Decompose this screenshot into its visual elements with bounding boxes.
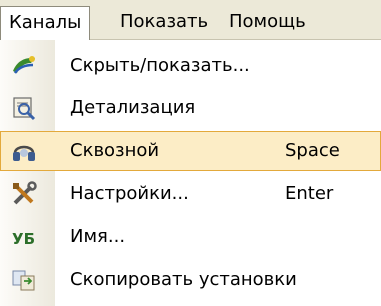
details-icon [11, 95, 37, 121]
menu-item-label: Настройки... [70, 183, 189, 204]
name-icon: УБ [11, 224, 37, 250]
menu-item-label: Детализация [70, 97, 196, 118]
menu-item-shortcut: Space [285, 140, 340, 161]
menu-help[interactable]: Помощь [221, 6, 314, 40]
headphones-icon [11, 138, 37, 164]
tools-icon [11, 181, 37, 207]
menu-item-copy-settings[interactable]: Скопировать установки [0, 260, 381, 300]
menu-show[interactable]: Показать [112, 6, 216, 40]
menu-channels[interactable]: Каналы [0, 6, 91, 41]
channels-dropdown-menu: Скрыть/показать... Детализация Сквозной [0, 40, 381, 306]
menu-item-settings[interactable]: Настройки... Enter [0, 174, 381, 214]
menu-item-label: Скрыть/показать... [70, 55, 250, 76]
menu-item-label: Сквозной [70, 140, 160, 161]
menu-item-hide-show[interactable]: Скрыть/показать... [0, 46, 381, 86]
svg-text:УБ: УБ [12, 230, 35, 248]
menu-item-details[interactable]: Детализация [0, 88, 381, 128]
menu-item-name[interactable]: УБ Имя... [0, 217, 381, 257]
hide-show-icon [11, 53, 37, 79]
menu-item-label: Скопировать установки [70, 269, 297, 290]
copy-settings-icon [11, 267, 37, 293]
menu-item-through[interactable]: Сквозной Space [0, 131, 381, 171]
menu-item-label: Имя... [70, 226, 126, 247]
menu-bar: Каналы Показать Помощь [0, 0, 381, 41]
menu-item-shortcut: Enter [285, 183, 334, 204]
